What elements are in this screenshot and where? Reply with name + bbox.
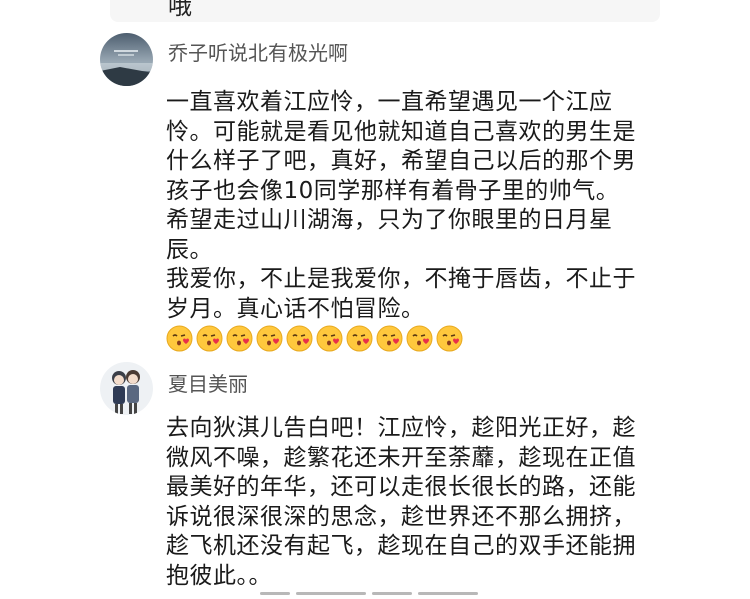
emoji-row [166, 325, 463, 352]
next-line-partial [260, 580, 540, 595]
anime-couple-avatar-icon[interactable] [100, 362, 153, 415]
kissing-heart-emoji [376, 325, 403, 352]
comment-paragraph: 希望走过山川湖海，只为了你眼里的日月星辰。 [166, 207, 613, 263]
comment-paragraph: 我爱你，不止是我爱你，不掩于唇齿，不止于岁月。真心话不怕冒险。 [166, 265, 656, 354]
kissing-heart-emoji [316, 325, 343, 352]
kissing-heart-emoji [346, 325, 373, 352]
comment-username[interactable]: 夏目美丽 [168, 368, 248, 397]
comment-body: 一直喜欢着江应怜，一直希望遇见一个江应怜。可能就是看见他就知道自己喜欢的男生是什… [166, 88, 656, 354]
comment-paragraph-text: 我爱你，不止是我爱你，不掩于唇齿，不止于岁月。真心话不怕冒险。 [166, 266, 636, 322]
kissing-heart-emoji [436, 325, 463, 352]
previous-comment-card [110, 0, 660, 22]
comment-body: 去向狄淇儿告白吧！江应怜，趁阳光正好，趁微风不噪，趁繁花还未开至荼蘼，趁现在正值… [166, 414, 656, 591]
kissing-heart-emoji [226, 325, 253, 352]
comment-username[interactable]: 乔子听说北有极光啊 [168, 37, 348, 66]
kissing-heart-emoji [286, 325, 313, 352]
kissing-heart-emoji [406, 325, 433, 352]
kissing-heart-emoji [196, 325, 223, 352]
previous-comment-tail: 哦 [168, 0, 192, 20]
kissing-heart-emoji [166, 325, 193, 352]
comment-paragraph: 去向狄淇儿告白吧！江应怜，趁阳光正好，趁微风不噪，趁繁花还未开至荼蘼，趁现在正值… [166, 415, 636, 589]
landscape-avatar-icon[interactable] [100, 33, 153, 86]
kissing-heart-emoji [256, 325, 283, 352]
comment-paragraph: 一直喜欢着江应怜，一直希望遇见一个江应怜。可能就是看见他就知道自己喜欢的男生是什… [166, 89, 636, 204]
